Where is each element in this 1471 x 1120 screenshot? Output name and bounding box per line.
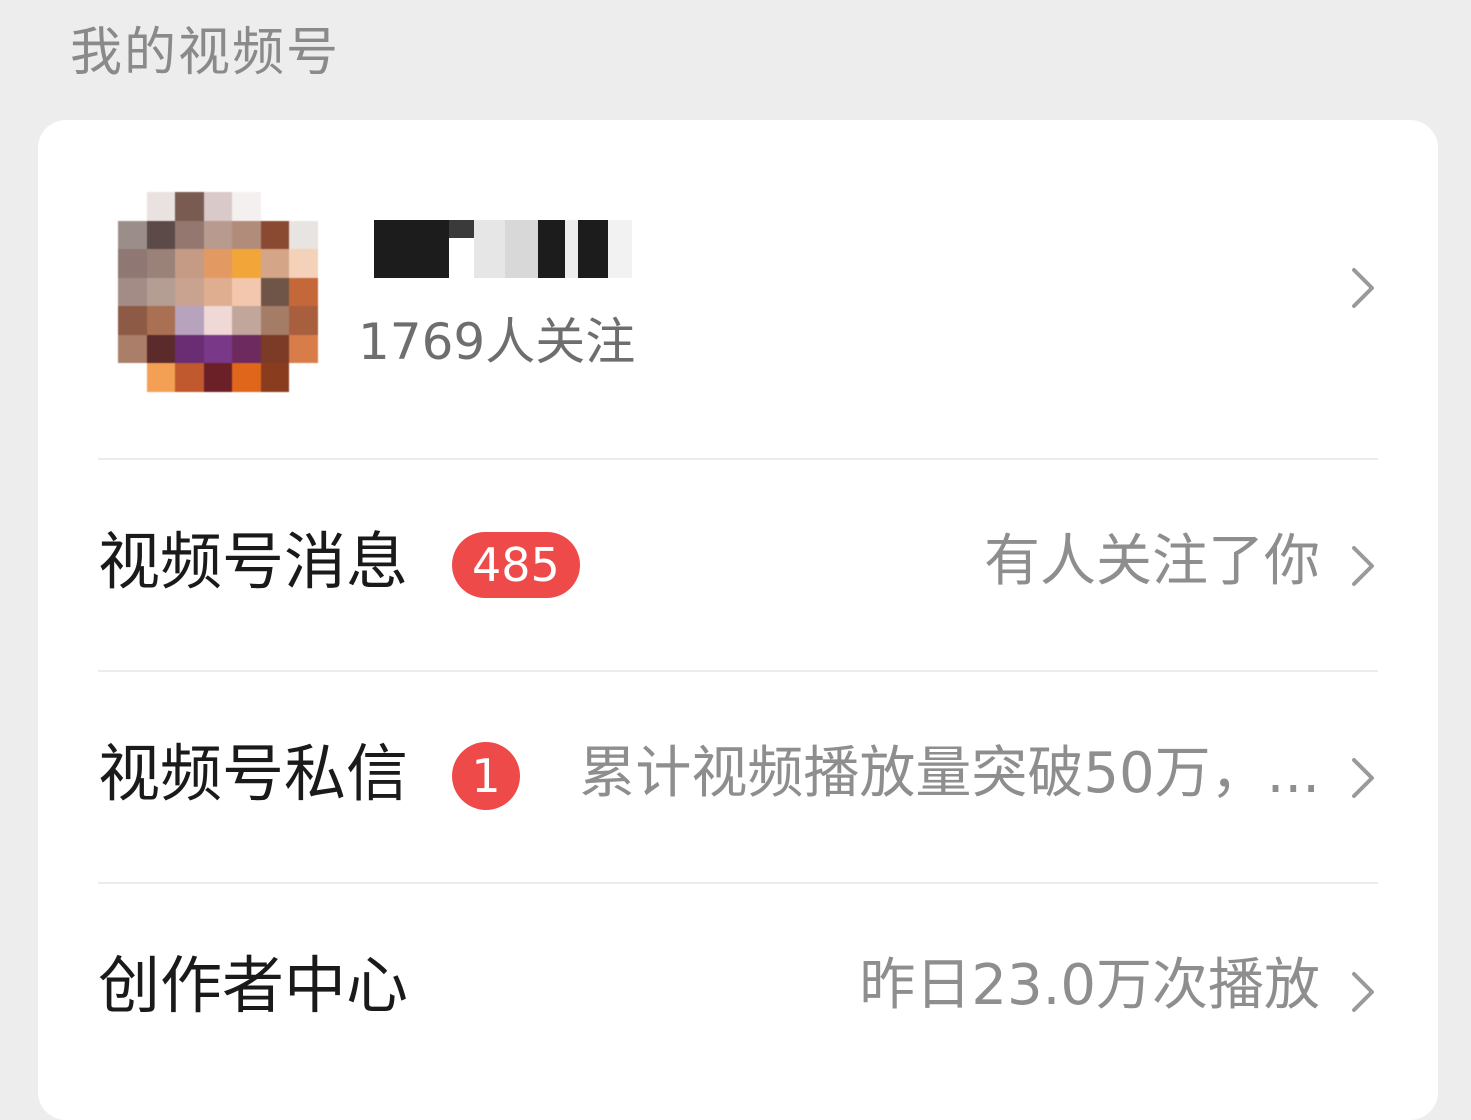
avatar-pixel [289,192,318,221]
avatar-pixel [260,192,290,221]
avatar-pixel [260,220,290,250]
chevron-right-icon [1350,756,1376,800]
avatar-pixel [203,306,233,335]
avatar-pixel [118,220,147,250]
avatar-pixel [203,277,233,307]
avatar-pixel [232,249,261,278]
avatar-pixel [260,277,290,307]
avatar-pixel [175,334,204,364]
video-messages-row[interactable]: 视频号消息 485 有人关注了你 [38,460,1438,670]
avatar-pixel [146,220,176,250]
avatar-pixel [175,363,204,392]
avatar-pixel [118,277,147,307]
chevron-right-icon [1350,266,1376,310]
avatar-pixel [260,249,290,278]
avatar-pixel [232,192,261,221]
account-name-redacted [374,220,633,278]
avatar-pixel [175,192,204,221]
name-pixel [404,220,449,278]
avatar-pixel [175,277,204,307]
avatar-pixel [232,220,261,250]
name-pixel [473,220,505,278]
profile-row[interactable]: 1769人关注 [38,120,1438,458]
avatar-pixel [203,220,233,250]
avatar-pixel [289,334,318,364]
name-pixel [537,220,565,278]
avatar-pixel [175,249,204,278]
followers-count: 1769人关注 [358,313,636,371]
avatar[interactable] [118,192,318,392]
private-messages-row[interactable]: 视频号私信 1 累计视频播放量突破50万，... [38,672,1438,882]
unread-count-badge: 485 [452,532,580,598]
unread-count-badge: 1 [452,742,520,810]
avatar-pixel [146,334,176,364]
avatar-pixel [118,192,147,221]
avatar-pixel [118,249,147,278]
private-messages-label: 视频号私信 [98,737,409,810]
creator-center-label: 创作者中心 [98,949,409,1022]
avatar-pixel [146,192,176,221]
name-pixel [504,220,538,278]
avatar-pixel [146,277,176,307]
avatar-pixel [260,334,290,364]
avatar-pixel [146,363,176,392]
avatar-pixel [118,363,147,392]
avatar-pixel [289,277,318,307]
avatar-pixel [203,334,233,364]
name-pixel [448,220,474,238]
avatar-pixel [232,334,261,364]
avatar-pixel [146,306,176,335]
avatar-pixel [260,306,290,335]
avatar-pixel [232,363,261,392]
video-messages-label: 视频号消息 [98,525,409,598]
avatar-pixel [260,363,290,392]
avatar-pixel [146,249,176,278]
video-messages-subtitle: 有人关注了你 [984,529,1320,594]
avatar-pixel [289,306,318,335]
name-pixel [564,220,578,278]
section-title: 我的视频号 [70,23,341,83]
avatar-pixel [118,334,147,364]
avatar-pixel [118,306,147,335]
avatar-pixel [232,277,261,307]
avatar-pixel [175,220,204,250]
avatar-pixel [175,306,204,335]
creator-center-subtitle: 昨日23.0万次播放 [859,953,1320,1018]
avatar-pixel [203,249,233,278]
video-account-card: 1769人关注 视频号消息 485 有人关注了你 视频号私信 1 累计视频播放量… [38,120,1438,1120]
avatar-pixel [203,363,233,392]
avatar-pixel [289,249,318,278]
name-pixel [374,220,405,278]
chevron-right-icon [1350,544,1376,588]
chevron-right-icon [1350,970,1376,1014]
name-pixel [577,220,609,278]
name-pixel [608,220,633,278]
avatar-pixel [232,306,261,335]
avatar-pixel [203,192,233,221]
creator-center-row[interactable]: 创作者中心 昨日23.0万次播放 [38,884,1438,1094]
avatar-pixel [289,363,318,392]
private-messages-subtitle: 累计视频播放量突破50万，... [579,741,1320,806]
avatar-pixel [289,220,318,250]
